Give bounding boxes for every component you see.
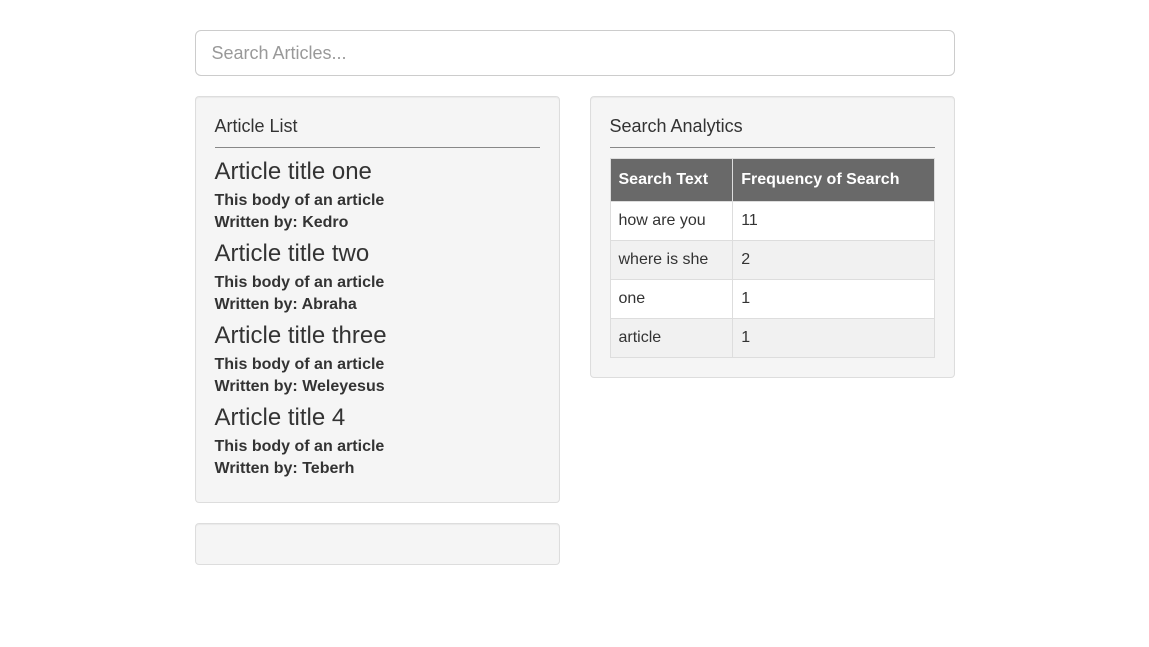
cell-search-text: how are you xyxy=(610,202,733,241)
empty-panel xyxy=(195,523,560,565)
cell-search-text: article xyxy=(610,319,733,358)
article-list-column: Article List Article title one This body … xyxy=(195,96,560,565)
article-list: Article title one This body of an article… xyxy=(215,158,540,478)
cell-search-text: where is she xyxy=(610,241,733,280)
cell-frequency: 1 xyxy=(733,280,934,319)
article-title: Article title two xyxy=(215,240,540,268)
analytics-heading: Search Analytics xyxy=(610,116,935,137)
divider xyxy=(215,147,540,148)
cell-search-text: one xyxy=(610,280,733,319)
article-item: Article title one This body of an article… xyxy=(215,158,540,232)
divider xyxy=(610,147,935,148)
search-input[interactable] xyxy=(195,30,955,76)
cell-frequency: 11 xyxy=(733,202,934,241)
main-container: Article List Article title one This body … xyxy=(195,0,955,595)
article-author: Written by: Teberh xyxy=(215,460,540,478)
article-item: Article title three This body of an artic… xyxy=(215,322,540,396)
analytics-column: Search Analytics Search Text Frequency o… xyxy=(590,96,955,565)
article-body: This body of an article xyxy=(215,356,540,374)
column-frequency: Frequency of Search xyxy=(733,159,934,202)
article-item: Article title two This body of an article… xyxy=(215,240,540,314)
analytics-panel: Search Analytics Search Text Frequency o… xyxy=(590,96,955,378)
table-header-row: Search Text Frequency of Search xyxy=(610,159,934,202)
content-row: Article List Article title one This body … xyxy=(195,96,955,565)
table-row: article1 xyxy=(610,319,934,358)
analytics-table: Search Text Frequency of Search how are … xyxy=(610,158,935,358)
table-row: one1 xyxy=(610,280,934,319)
column-search-text: Search Text xyxy=(610,159,733,202)
article-title: Article title 4 xyxy=(215,404,540,432)
article-title: Article title one xyxy=(215,158,540,186)
article-list-heading: Article List xyxy=(215,116,540,137)
article-author: Written by: Abraha xyxy=(215,296,540,314)
article-body: This body of an article xyxy=(215,274,540,292)
article-body: This body of an article xyxy=(215,192,540,210)
article-author: Written by: Kedro xyxy=(215,214,540,232)
article-author: Written by: Weleyesus xyxy=(215,378,540,396)
cell-frequency: 2 xyxy=(733,241,934,280)
table-row: how are you11 xyxy=(610,202,934,241)
table-row: where is she2 xyxy=(610,241,934,280)
article-body: This body of an article xyxy=(215,438,540,456)
article-list-panel: Article List Article title one This body … xyxy=(195,96,560,503)
article-item: Article title 4 This body of an article Wr… xyxy=(215,404,540,478)
article-title: Article title three xyxy=(215,322,540,350)
cell-frequency: 1 xyxy=(733,319,934,358)
